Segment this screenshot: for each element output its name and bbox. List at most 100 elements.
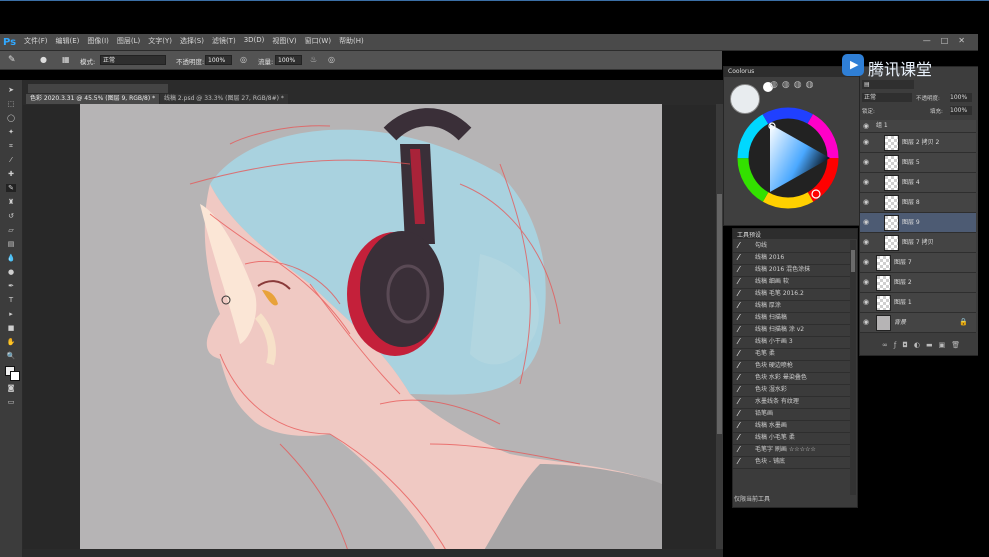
eye-icon[interactable]: ◉ (863, 318, 869, 326)
mode-select[interactable]: 正常 (100, 55, 166, 65)
brush-tool-selected-icon[interactable]: ✎ (6, 184, 16, 192)
link-layers-icon[interactable]: ∞ (882, 341, 888, 351)
layer-row[interactable]: ◉ 图层 8 (860, 193, 976, 213)
layer-row[interactable]: ◉ 图层 4 (860, 173, 976, 193)
canvas-vertical-scrollbar[interactable] (716, 104, 723, 557)
mixer-icon-1[interactable]: ◍ (770, 80, 778, 90)
opacity-input[interactable]: 100% (205, 55, 232, 65)
trash-icon[interactable]: 🗑 (951, 341, 960, 351)
layer-opacity-input[interactable]: 100% (950, 93, 972, 102)
eyedropper-tool-icon[interactable]: ⁄ (6, 156, 16, 164)
marquee-tool-icon[interactable]: ⬚ (6, 100, 16, 108)
eye-icon[interactable]: ◉ (863, 238, 869, 246)
eye-icon[interactable]: ◉ (863, 278, 869, 286)
eye-icon[interactable]: ◉ (863, 258, 869, 266)
airbrush-icon[interactable]: ♨ (310, 55, 317, 64)
layer-row[interactable]: ◉ 图层 7 (860, 253, 976, 273)
layer-row[interactable]: ◉ 图层 2 (860, 273, 976, 293)
mixer-icon-2[interactable]: ◍ (782, 80, 790, 90)
fill-label: 填充: (930, 109, 943, 115)
eye-icon[interactable]: ◉ (863, 122, 869, 130)
window-controls: — □ ✕ (923, 36, 965, 45)
gradient-tool-icon[interactable]: ▤ (6, 240, 16, 248)
pressure-size-icon[interactable]: ◎ (328, 55, 335, 64)
menu-filter[interactable]: 滤镜(T) (212, 36, 236, 46)
flow-input[interactable]: 100% (275, 55, 302, 65)
lock-icon: 🔒 (959, 318, 968, 326)
brush-preset-row[interactable]: ⁄ 色块 - 铺底 (733, 456, 851, 469)
crop-tool-icon[interactable]: ⌗ (6, 142, 16, 150)
background-color-swatch[interactable] (10, 371, 20, 381)
eye-icon[interactable]: ◉ (863, 218, 869, 226)
healing-tool-icon[interactable]: ✚ (6, 170, 16, 178)
eye-icon[interactable]: ◉ (863, 178, 869, 186)
maximize-button[interactable]: □ (941, 36, 949, 45)
mask-icon[interactable]: ◘ (902, 341, 908, 351)
video-top-band (0, 0, 989, 34)
dodge-tool-icon[interactable]: ● (6, 268, 16, 276)
menu-image[interactable]: 图像(I) (87, 36, 109, 46)
menu-type[interactable]: 文字(Y) (148, 36, 172, 46)
layer-row[interactable]: ◉ 组 1 (860, 120, 976, 133)
layer-row[interactable]: ◉ 图层 7 拷贝 (860, 233, 976, 253)
pen-tool-icon[interactable]: ✒ (6, 282, 16, 290)
layer-name: 图层 2 拷贝 2 (902, 139, 940, 146)
close-button[interactable]: ✕ (958, 36, 965, 45)
fx-icon[interactable]: ƒ (894, 341, 896, 351)
folder-icon[interactable]: ▬ (926, 341, 933, 351)
eye-icon[interactable]: ◉ (863, 158, 869, 166)
type-tool-icon[interactable]: T (6, 296, 16, 304)
current-tool-only-checkbox[interactable]: 仅限当前工具 (734, 494, 770, 503)
brush-preset-label: 线稿 毛笔 2016.2 (755, 290, 804, 297)
hand-tool-icon[interactable]: ✋ (6, 338, 16, 346)
pressure-opacity-icon[interactable]: ◎ (240, 55, 247, 64)
minimize-button[interactable]: — (923, 36, 931, 45)
layer-row-selected[interactable]: ◉ 图层 9 (860, 213, 976, 233)
layer-row[interactable]: ◉ 图层 1 (860, 293, 976, 313)
mode-label: 模式: (80, 58, 96, 66)
eye-icon[interactable]: ◉ (863, 198, 869, 206)
layer-row[interactable]: ◉ 图层 2 拷贝 2 (860, 133, 976, 153)
menu-layer[interactable]: 图层(L) (117, 36, 140, 46)
menu-file[interactable]: 文件(F) (24, 36, 48, 46)
zoom-tool-icon[interactable]: 🔍 (6, 352, 16, 360)
lasso-tool-icon[interactable]: ◯ (6, 114, 16, 122)
menu-help[interactable]: 帮助(H) (339, 36, 364, 46)
new-layer-icon[interactable]: ▣ (939, 341, 946, 351)
color-wheel[interactable] (732, 102, 844, 214)
eye-icon[interactable]: ◉ (863, 138, 869, 146)
screen-mode-icon[interactable]: ▭ (6, 398, 16, 406)
mixer-icon-3[interactable]: ◍ (794, 80, 802, 90)
brush-preset-icon[interactable]: ● (40, 55, 47, 64)
menu-window[interactable]: 窗口(W) (305, 36, 331, 46)
quick-mask-icon[interactable]: ◙ (6, 384, 16, 392)
clone-stamp-tool-icon[interactable]: ♜ (6, 198, 16, 206)
brush-preset-label: 勾线 (755, 242, 768, 249)
menu-select[interactable]: 选择(S) (180, 36, 204, 46)
drawing-canvas[interactable] (80, 104, 662, 557)
menu-edit[interactable]: 编辑(E) (56, 36, 80, 46)
eye-icon[interactable]: ◉ (863, 298, 869, 306)
layer-filter-select[interactable]: ▤ (862, 80, 914, 89)
brush-list-scrollbar[interactable] (850, 240, 856, 495)
quick-select-tool-icon[interactable]: ✦ (6, 128, 16, 136)
history-brush-tool-icon[interactable]: ↺ (6, 212, 16, 220)
mixer-icon-4[interactable]: ◍ (806, 80, 814, 90)
layer-row[interactable]: ◉ 背景 🔒 (860, 313, 976, 333)
tab-color-document[interactable]: 色彩 2020.3.31 @ 45.5% (图层 9, RGB/8) * (26, 94, 160, 104)
menu-3d[interactable]: 3D(D) (244, 36, 265, 46)
brush-panel-toggle-icon[interactable]: ▦ (62, 55, 70, 64)
tab-lineart-document[interactable]: 线稿 2.psd @ 33.3% (图层 27, RGB/8#) * (160, 94, 288, 104)
menu-view[interactable]: 视图(V) (272, 36, 296, 46)
layer-thumbnail (884, 135, 899, 151)
blur-tool-icon[interactable]: 💧 (6, 254, 16, 262)
eraser-tool-icon[interactable]: ▱ (6, 226, 16, 234)
path-select-tool-icon[interactable]: ▸ (6, 310, 16, 318)
blend-mode-select[interactable]: 正常 (862, 93, 912, 102)
layer-row[interactable]: ◉ 图层 5 (860, 153, 976, 173)
move-tool-icon[interactable]: ➤ (6, 86, 16, 94)
shape-tool-icon[interactable]: ■ (6, 324, 16, 332)
brush-tool-icon[interactable]: ✎ (8, 55, 16, 65)
adjustment-icon[interactable]: ◐ (914, 341, 920, 351)
fill-input[interactable]: 100% (950, 106, 972, 115)
